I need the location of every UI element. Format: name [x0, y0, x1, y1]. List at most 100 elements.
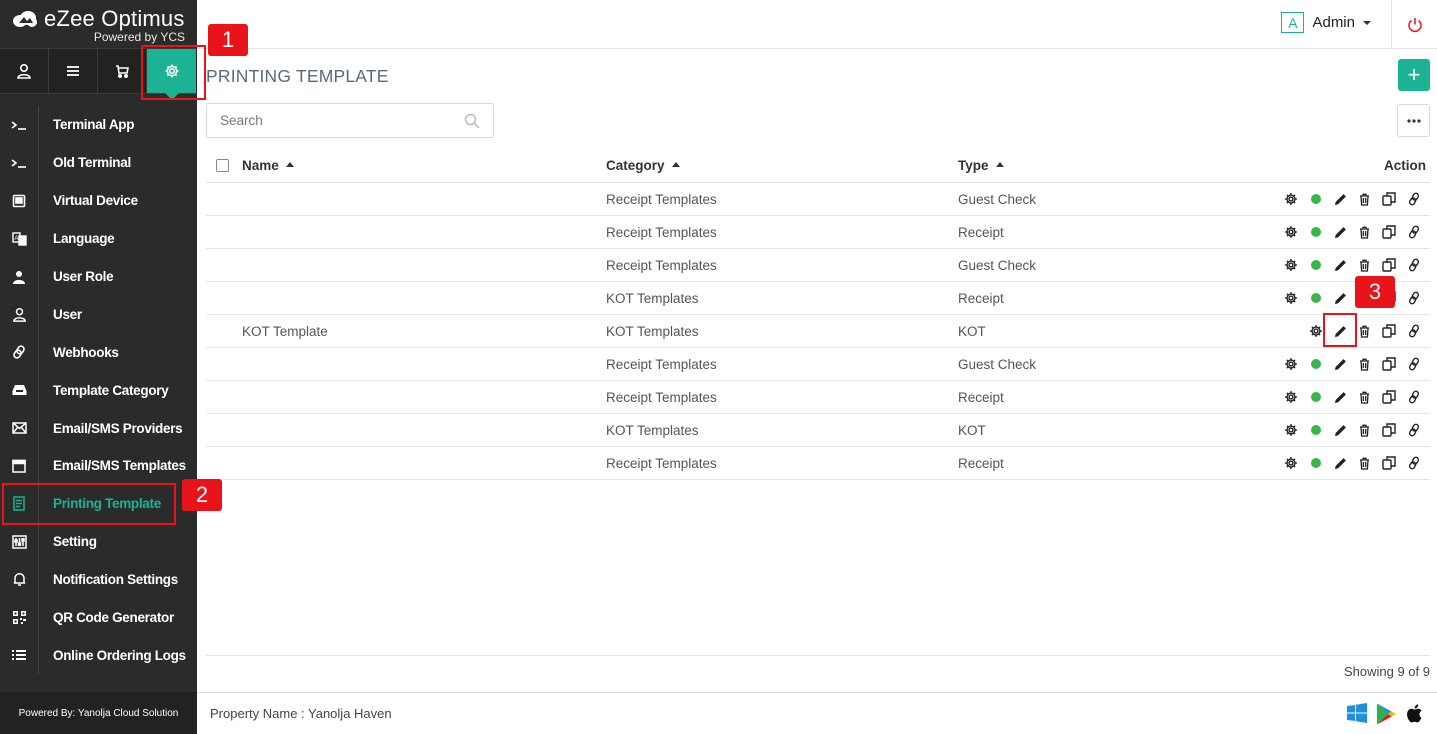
duplicate-button[interactable] — [1377, 324, 1402, 338]
user-icon — [17, 63, 31, 79]
delete-button[interactable] — [1353, 457, 1378, 470]
search-field[interactable] — [206, 103, 494, 138]
sort-asc-icon — [285, 161, 294, 167]
windows-icon[interactable] — [1347, 703, 1367, 723]
table-row: KOT Templates KOT — [206, 414, 1430, 447]
row-settings-button[interactable] — [1279, 225, 1304, 239]
row-settings-button[interactable] — [1279, 258, 1304, 272]
edit-button[interactable] — [1328, 457, 1353, 470]
row-category: Receipt Templates — [606, 356, 717, 372]
duplicate-button[interactable] — [1377, 225, 1402, 239]
status-toggle[interactable] — [1304, 293, 1329, 303]
status-active-dot — [1310, 293, 1321, 303]
trash-icon — [1360, 193, 1370, 206]
logout-button[interactable] — [1391, 0, 1437, 49]
sidebar-item-language[interactable]: A Language — [0, 219, 197, 258]
status-toggle[interactable] — [1304, 458, 1329, 468]
link-button[interactable] — [1402, 357, 1427, 371]
row-category: KOT Templates — [606, 323, 699, 339]
delete-button[interactable] — [1353, 226, 1378, 239]
trash-icon — [1360, 325, 1370, 338]
sidebar-item-user[interactable]: User — [0, 295, 197, 334]
sidebar-item-label: QR Code Generator — [53, 610, 174, 626]
delete-button[interactable] — [1353, 424, 1378, 437]
add-template-button[interactable]: + — [1398, 59, 1430, 91]
row-actions — [1258, 423, 1430, 437]
link-button[interactable] — [1402, 456, 1427, 470]
delete-button[interactable] — [1353, 358, 1378, 371]
sidebar-item-label: Notification Settings — [53, 572, 178, 588]
link-button[interactable] — [1402, 258, 1427, 272]
row-type: Receipt — [958, 224, 1004, 240]
google-play-icon[interactable] — [1376, 703, 1396, 725]
link-button[interactable] — [1402, 192, 1427, 206]
sidebar-item-label: Language — [53, 231, 115, 247]
sidebar-item-webhooks[interactable]: Webhooks — [0, 333, 197, 372]
sidebar-item-email-sms-templates[interactable]: Email/SMS Templates — [0, 447, 197, 485]
tab-users[interactable] — [0, 49, 49, 93]
column-header-category[interactable]: Category — [606, 158, 958, 173]
status-toggle[interactable] — [1304, 227, 1329, 237]
select-all-checkbox[interactable] — [216, 159, 229, 172]
status-toggle[interactable] — [1304, 425, 1329, 435]
sidebar-item-notification-settings[interactable]: Notification Settings — [0, 560, 197, 599]
edit-button[interactable] — [1328, 259, 1353, 272]
copy-icon — [1382, 192, 1396, 206]
status-toggle[interactable] — [1304, 260, 1329, 270]
sidebar-item-online-ordering-logs[interactable]: Online Ordering Logs — [0, 636, 197, 675]
more-options-button[interactable] — [1397, 104, 1430, 137]
svg-text:A: A — [14, 236, 18, 242]
tab-pos[interactable] — [98, 49, 147, 93]
row-settings-button[interactable] — [1279, 192, 1304, 206]
user-menu[interactable]: A Admin — [1281, 12, 1371, 33]
sidebar-item-qr-code-generator[interactable]: QR Code Generator — [0, 598, 197, 637]
search-input[interactable] — [207, 104, 447, 137]
chevron-down-icon — [1363, 20, 1371, 25]
sidebar-item-virtual-device[interactable]: Virtual Device — [0, 181, 197, 220]
tab-menu[interactable] — [49, 49, 98, 93]
link-button[interactable] — [1402, 291, 1427, 305]
copy-icon — [1382, 390, 1396, 404]
edit-button[interactable] — [1328, 358, 1353, 371]
row-settings-button[interactable] — [1279, 357, 1304, 371]
sidebar-item-old-terminal[interactable]: Old Terminal — [0, 143, 197, 182]
edit-button[interactable] — [1328, 424, 1353, 437]
edit-button[interactable] — [1328, 292, 1353, 305]
row-settings-button[interactable] — [1279, 423, 1304, 437]
status-toggle[interactable] — [1304, 359, 1329, 369]
apple-icon[interactable] — [1405, 703, 1423, 724]
row-settings-button[interactable] — [1279, 291, 1304, 305]
link-button[interactable] — [1402, 225, 1427, 239]
delete-button[interactable] — [1353, 391, 1378, 404]
status-toggle[interactable] — [1304, 392, 1329, 402]
row-type: Guest Check — [958, 257, 1037, 273]
duplicate-button[interactable] — [1377, 357, 1402, 371]
row-type: KOT — [958, 422, 986, 438]
language-icon: A — [11, 231, 27, 246]
edit-button[interactable] — [1328, 226, 1353, 239]
duplicate-button[interactable] — [1377, 390, 1402, 404]
delete-button[interactable] — [1353, 259, 1378, 272]
duplicate-button[interactable] — [1377, 258, 1402, 272]
link-button[interactable] — [1402, 390, 1427, 404]
duplicate-button[interactable] — [1377, 192, 1402, 206]
duplicate-button[interactable] — [1377, 456, 1402, 470]
link-button[interactable] — [1402, 423, 1427, 437]
sidebar-item-email-sms-providers[interactable]: Email/SMS Providers — [0, 409, 197, 448]
sidebar-item-terminal-app[interactable]: Terminal App — [0, 106, 197, 144]
delete-button[interactable] — [1353, 193, 1378, 206]
duplicate-button[interactable] — [1377, 423, 1402, 437]
edit-button[interactable] — [1328, 193, 1353, 206]
row-settings-button[interactable] — [1279, 390, 1304, 404]
sidebar-item-user-role[interactable]: User Role — [0, 257, 197, 296]
status-toggle[interactable] — [1304, 194, 1329, 204]
link-button[interactable] — [1402, 324, 1427, 338]
row-settings-button[interactable] — [1279, 456, 1304, 470]
sidebar-item-label: User Role — [53, 269, 114, 284]
copy-icon — [1382, 324, 1396, 338]
column-header-name[interactable]: Name — [242, 158, 606, 173]
sidebar-item-template-category[interactable]: Template Category — [0, 371, 197, 410]
sidebar-item-setting[interactable]: Setting — [0, 522, 197, 561]
column-header-type[interactable]: Type — [958, 158, 1258, 173]
edit-button[interactable] — [1328, 391, 1353, 404]
